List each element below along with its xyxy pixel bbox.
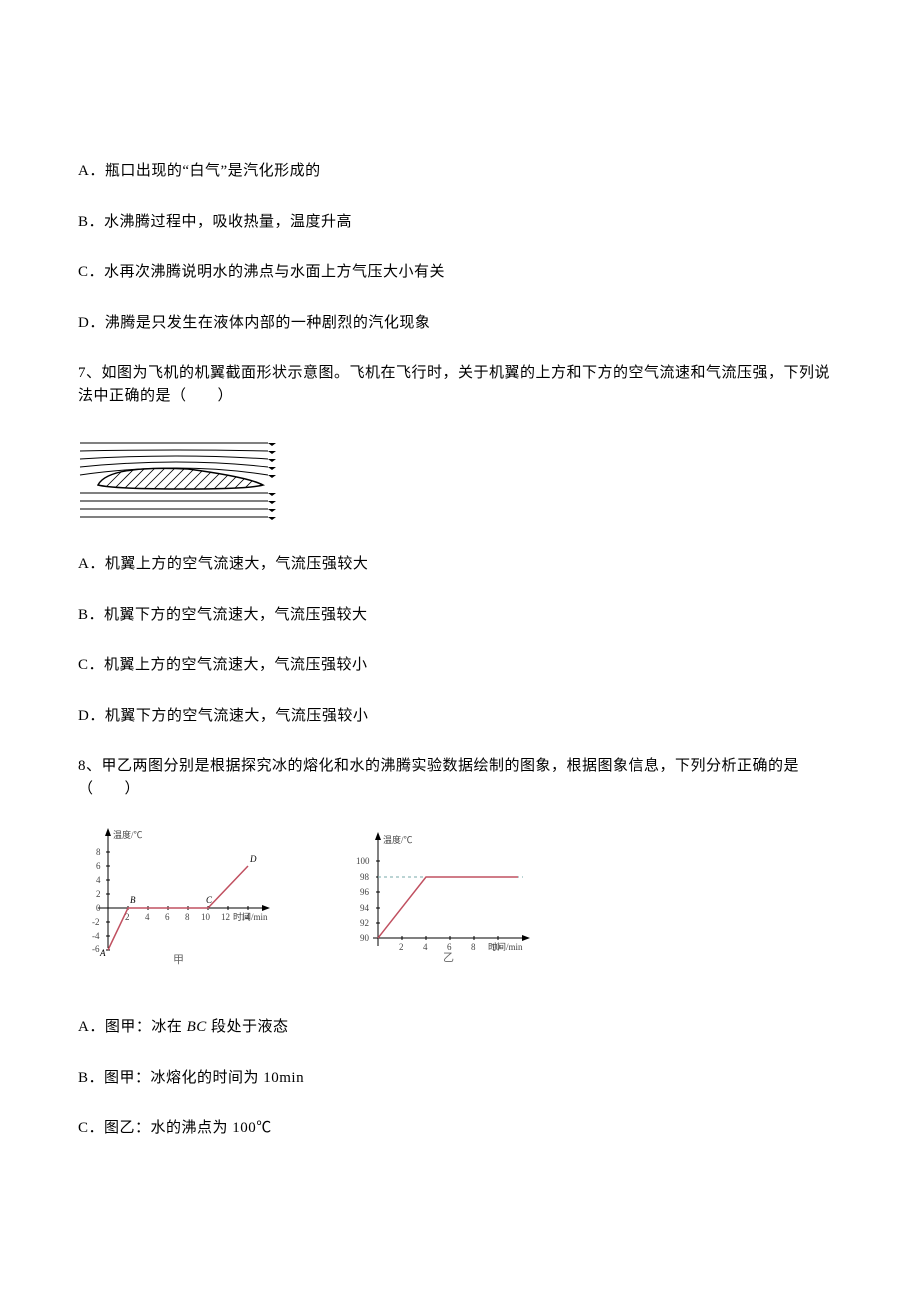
svg-text:6: 6: [447, 942, 452, 952]
airfoil-icon: [78, 435, 278, 525]
svg-text:0: 0: [96, 903, 101, 913]
chart-jia-title: 甲: [173, 954, 184, 966]
svg-text:D: D: [249, 854, 257, 864]
svg-text:94: 94: [360, 903, 370, 913]
svg-text:12: 12: [221, 912, 230, 922]
svg-text:4: 4: [423, 942, 428, 952]
airfoil-figure: [78, 435, 842, 525]
svg-text:-4: -4: [92, 931, 100, 941]
q6-option-a: A．瓶口出现的“白气”是汽化形成的: [78, 160, 842, 183]
chart-yi-title: 乙: [443, 951, 454, 964]
chart-yi-yticks: 100 98 96 94 92 90: [356, 856, 380, 943]
svg-text:4: 4: [145, 912, 150, 922]
svg-text:2: 2: [399, 942, 404, 952]
q8-option-c: C．图乙：水的沸点为 100℃: [78, 1117, 842, 1140]
q8-option-a: A．图甲：冰在 BC 段处于液态: [78, 1016, 842, 1039]
svg-text:98: 98: [360, 872, 370, 882]
q6-option-b: B．水沸腾过程中，吸收热量，温度升高: [78, 211, 842, 234]
chart-yi: 温度/℃ 时间/min 100 98 96 94 92 90 2 4 6 8: [338, 828, 538, 968]
svg-text:B: B: [130, 895, 136, 905]
svg-text:92: 92: [360, 918, 369, 928]
svg-text:10: 10: [491, 942, 501, 952]
svg-text:8: 8: [185, 912, 190, 922]
page: A．瓶口出现的“白气”是汽化形成的 B．水沸腾过程中，吸收热量，温度升高 C．水…: [0, 0, 920, 1302]
q8-option-b: B．图甲：冰熔化的时间为 10min: [78, 1067, 842, 1090]
q7-option-d: D．机翼下方的空气流速大，气流压强较小: [78, 705, 842, 728]
svg-text:100: 100: [356, 856, 370, 866]
chart-jia: 温度/℃ 时间/min 8 6 4 2 0 -2 -4 -6 2 4 6: [78, 828, 278, 968]
chart-jia-xlabel: 时间/min: [233, 911, 268, 922]
svg-text:8: 8: [96, 847, 101, 857]
chart-jia-yticks: 8 6 4 2 0 -2 -4 -6: [92, 847, 110, 954]
svg-text:10: 10: [201, 912, 211, 922]
svg-text:A: A: [99, 948, 106, 958]
q7-option-c: C．机翼上方的空气流速大，气流压强较小: [78, 654, 842, 677]
q8-option-a-post: 段处于液态: [207, 1019, 289, 1035]
svg-text:C: C: [206, 895, 213, 905]
q6-option-d: D．沸腾是只发生在液体内部的一种剧烈的汽化现象: [78, 312, 842, 335]
svg-text:90: 90: [360, 933, 370, 943]
chart-row: 温度/℃ 时间/min 8 6 4 2 0 -2 -4 -6 2 4 6: [78, 828, 842, 968]
q8-stem: 8、甲乙两图分别是根据探究冰的熔化和水的沸腾实验数据绘制的图象，根据图象信息，下…: [78, 755, 842, 800]
chart-yi-ylabel: 温度/℃: [383, 834, 413, 845]
svg-text:6: 6: [96, 861, 101, 871]
svg-text:4: 4: [96, 875, 101, 885]
q8-option-a-em: BC: [187, 1019, 207, 1035]
chart-jia-ylabel: 温度/℃: [113, 829, 143, 840]
svg-text:-6: -6: [92, 944, 100, 954]
q7-stem: 7、如图为飞机的机翼截面形状示意图。飞机在飞行时，关于机翼的上方和下方的空气流速…: [78, 362, 842, 407]
q8-option-a-pre: A．图甲：冰在: [78, 1019, 187, 1035]
q6-option-c: C．水再次沸腾说明水的沸点与水面上方气压大小有关: [78, 261, 842, 284]
svg-text:6: 6: [165, 912, 170, 922]
q7-option-a: A．机翼上方的空气流速大，气流压强较大: [78, 553, 842, 576]
svg-text:-2: -2: [92, 917, 100, 927]
svg-text:2: 2: [96, 889, 101, 899]
svg-text:96: 96: [360, 887, 370, 897]
q7-option-b: B．机翼下方的空气流速大，气流压强较大: [78, 604, 842, 627]
svg-text:14: 14: [241, 912, 251, 922]
svg-text:8: 8: [471, 942, 476, 952]
